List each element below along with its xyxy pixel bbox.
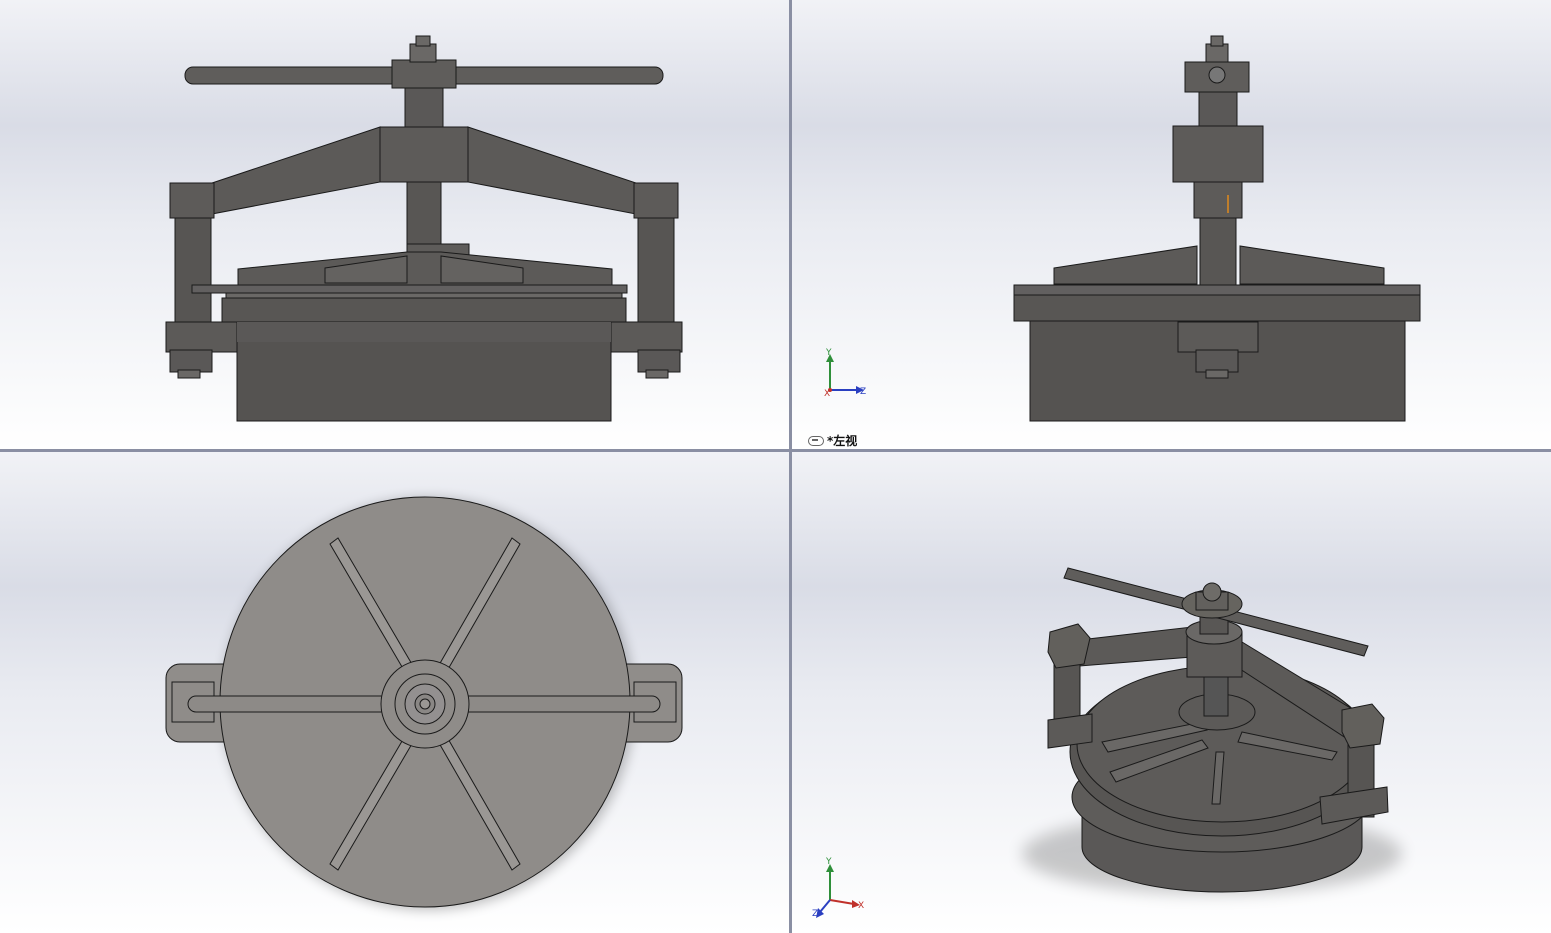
left-view-model: Y Z X — [824, 35, 1421, 422]
axis-triad-icon: Y X Z — [812, 857, 864, 919]
triad-z-label: Z — [860, 387, 866, 397]
left-view-label: *左视 — [808, 432, 857, 449]
top-view-model — [165, 496, 683, 910]
viewport-splitter-horizontal[interactable] — [0, 449, 1551, 452]
viewport-isometric[interactable]: Y X Z — [792, 452, 1551, 933]
viewport-splitter-vertical[interactable] — [789, 0, 792, 933]
triad-x-label: X — [824, 389, 830, 399]
link-icon — [808, 435, 824, 446]
triad-y-label: Y — [825, 857, 832, 867]
viewport-left[interactable]: Y Z X *左视 — [792, 0, 1551, 449]
viewport-top[interactable] — [0, 452, 789, 933]
triad-y-label: Y — [825, 348, 832, 358]
triad-x-label: X — [858, 901, 864, 911]
isometric-view-model: Y X Z — [812, 567, 1402, 919]
viewport-front[interactable] — [0, 0, 789, 449]
triad-z-label: Z — [812, 909, 818, 919]
view-name-label: *左视 — [827, 434, 858, 448]
front-view-model — [165, 35, 683, 422]
axis-triad-icon: Y Z X — [824, 348, 866, 399]
